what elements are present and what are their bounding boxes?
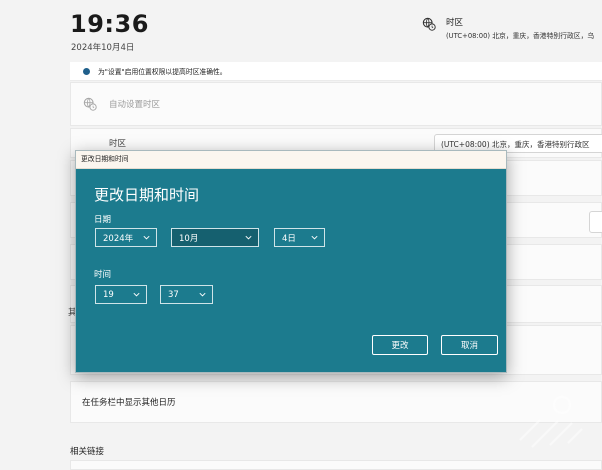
timezone-row-label: 时区 [109, 139, 127, 149]
globe-clock-icon [422, 17, 436, 31]
cancel-button[interactable]: 取消 [441, 335, 498, 355]
sync-button[interactable] [589, 211, 602, 233]
year-value: 2024年 [103, 233, 134, 244]
watermark-logo [519, 395, 583, 448]
timezone-value: (UTC+08:00) 北京，重庆，香港特别行政区，乌 [446, 32, 595, 40]
change-button[interactable]: 更改 [372, 335, 428, 355]
timezone-header: 时区 (UTC+08:00) 北京，重庆，香港特别行政区，乌 [422, 16, 594, 40]
timezone-title: 时区 [446, 18, 464, 28]
info-text: 为"设置"启用位置权限以提高时区准确性。 [98, 68, 227, 76]
date-label: 日期 [94, 215, 112, 225]
chevron-down-icon [199, 292, 206, 297]
month-value: 10月 [179, 233, 199, 244]
related-links-card [70, 460, 602, 470]
year-dropdown[interactable]: 2024年 [95, 228, 157, 247]
day-dropdown[interactable]: 4日 [274, 228, 325, 247]
day-value: 4日 [282, 233, 296, 244]
minute-value: 37 [168, 289, 179, 300]
time-label: 时间 [94, 270, 112, 280]
current-date: 2024年10月4日 [71, 43, 135, 53]
auto-timezone-label: 自动设置时区 [109, 100, 161, 110]
dialog-heading: 更改日期和时间 [94, 186, 200, 204]
related-links-heading: 相关链接 [70, 447, 105, 457]
globe-clock-icon [83, 97, 97, 111]
location-info-bar: 为"设置"启用位置权限以提高时区准确性。 [70, 62, 602, 81]
current-time: 19:36 [70, 10, 149, 38]
month-dropdown[interactable]: 10月 [171, 228, 259, 247]
dialog-title-bar[interactable]: 更改日期和时间 [76, 151, 506, 169]
change-date-time-dialog: 更改日期和时间 更改日期和时间 日期 2024年 10月 4日 时间 19 37… [75, 150, 507, 373]
auto-timezone-row: 自动设置时区 [70, 82, 602, 126]
hour-value: 19 [103, 289, 114, 300]
hour-dropdown[interactable]: 19 [95, 285, 147, 304]
minute-dropdown[interactable]: 37 [160, 285, 213, 304]
chevron-down-icon [143, 235, 150, 240]
info-icon [83, 67, 90, 75]
chevron-down-icon [311, 235, 318, 240]
additional-calendar-label: 在任务栏中显示其他日历 [82, 398, 176, 408]
chevron-down-icon [133, 292, 140, 297]
chevron-down-icon [245, 235, 252, 240]
